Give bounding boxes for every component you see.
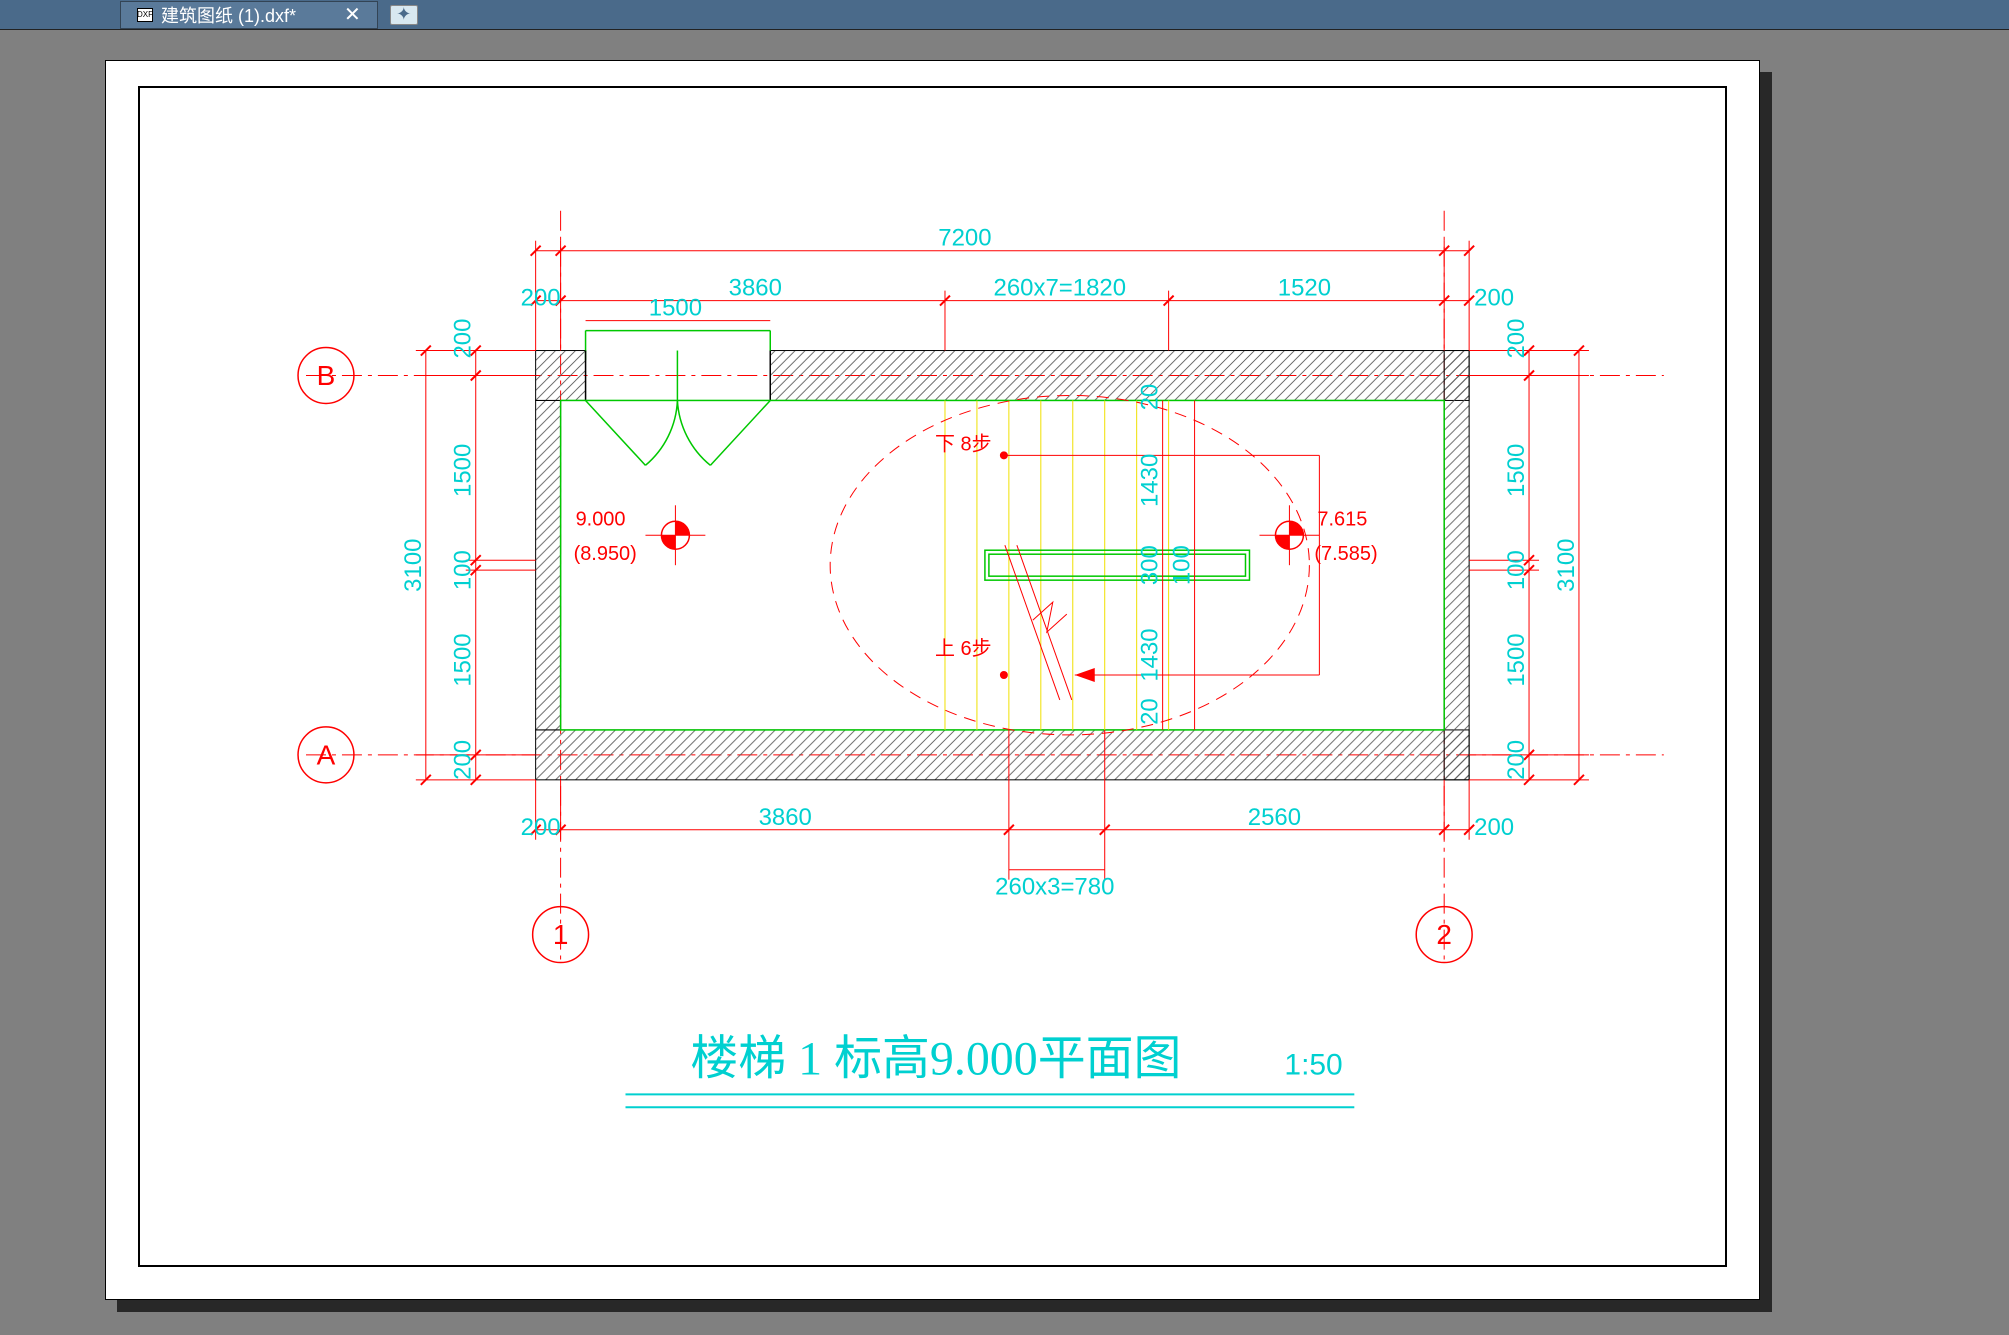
- dim-top-steps7: 260x7=1820: [994, 275, 1127, 302]
- axis-label-a: A: [317, 739, 336, 770]
- dim-top-200r: 200: [1474, 285, 1514, 312]
- dim-bot-200l: 200: [521, 814, 561, 841]
- dim-right-200b: 200: [1503, 740, 1530, 780]
- dim-inner-100: 100: [1169, 545, 1196, 585]
- file-tab[interactable]: DXF 建筑图纸 (1).dxf* ✕: [120, 1, 378, 29]
- axis-label-2: 2: [1436, 919, 1452, 950]
- tab-filename: 建筑图纸 (1).dxf*: [161, 2, 296, 28]
- dim-left-3100: 3100: [400, 539, 427, 592]
- dxf-file-icon: DXF: [137, 8, 153, 22]
- cad-drawing[interactable]: B A 1 2: [106, 61, 1759, 1299]
- elev-left-value: 9.000: [576, 508, 626, 530]
- dim-bot-200r: 200: [1474, 814, 1514, 841]
- dim-right-100: 100: [1503, 550, 1530, 590]
- dim-inner-300: 300: [1137, 545, 1164, 585]
- elev-right-paren: (7.585): [1314, 543, 1377, 565]
- drawing-canvas[interactable]: B A 1 2: [105, 60, 1770, 1320]
- tab-bar: DXF 建筑图纸 (1).dxf* ✕ ✦: [0, 0, 2009, 30]
- dim-bot-3860: 3860: [759, 804, 812, 831]
- axis-label-1: 1: [553, 919, 569, 950]
- dim-right-1500b: 1500: [1503, 633, 1530, 686]
- sheet: B A 1 2: [105, 60, 1760, 1300]
- axis-label-b: B: [317, 360, 336, 391]
- dim-top-1520: 1520: [1278, 275, 1331, 302]
- dim-left-1500b: 1500: [450, 633, 477, 686]
- dim-top-200l: 200: [521, 285, 561, 312]
- drawing-title: 楼梯 1 标高9.000平面图: [690, 1032, 1181, 1085]
- dim-inner-20b: 20: [1137, 698, 1164, 725]
- drawing-scale: 1:50: [1284, 1048, 1342, 1081]
- stair-down-label: 下 8步: [935, 432, 992, 455]
- stair-up-label: 上 6步: [935, 637, 992, 660]
- dim-left-1500t: 1500: [450, 444, 477, 497]
- dim-right-1500t: 1500: [1503, 444, 1530, 497]
- dim-left-200t: 200: [450, 319, 477, 359]
- dim-right-200t: 200: [1503, 319, 1530, 359]
- dim-left-200b: 200: [450, 740, 477, 780]
- dim-bot-steps3: 260x3=780: [995, 874, 1114, 901]
- dim-left-100: 100: [450, 550, 477, 590]
- dim-inner-1430t: 1430: [1137, 454, 1164, 507]
- close-tab-icon[interactable]: ✕: [344, 2, 361, 27]
- dim-top-overall: 7200: [938, 225, 991, 252]
- elevation-marker-right: [1259, 505, 1319, 565]
- dim-right-3100: 3100: [1553, 539, 1580, 592]
- elev-left-paren: (8.950): [574, 543, 637, 565]
- elevation-marker-left: [645, 505, 705, 565]
- dim-inner-1430b: 1430: [1137, 628, 1164, 681]
- elev-right-value: 7.615: [1317, 508, 1367, 530]
- dim-door: 1500: [649, 295, 702, 322]
- dim-bot-2560: 2560: [1248, 804, 1301, 831]
- add-tab-button[interactable]: ✦: [390, 5, 418, 25]
- dim-top-3860: 3860: [729, 275, 782, 302]
- dim-inner-20t: 20: [1137, 384, 1164, 411]
